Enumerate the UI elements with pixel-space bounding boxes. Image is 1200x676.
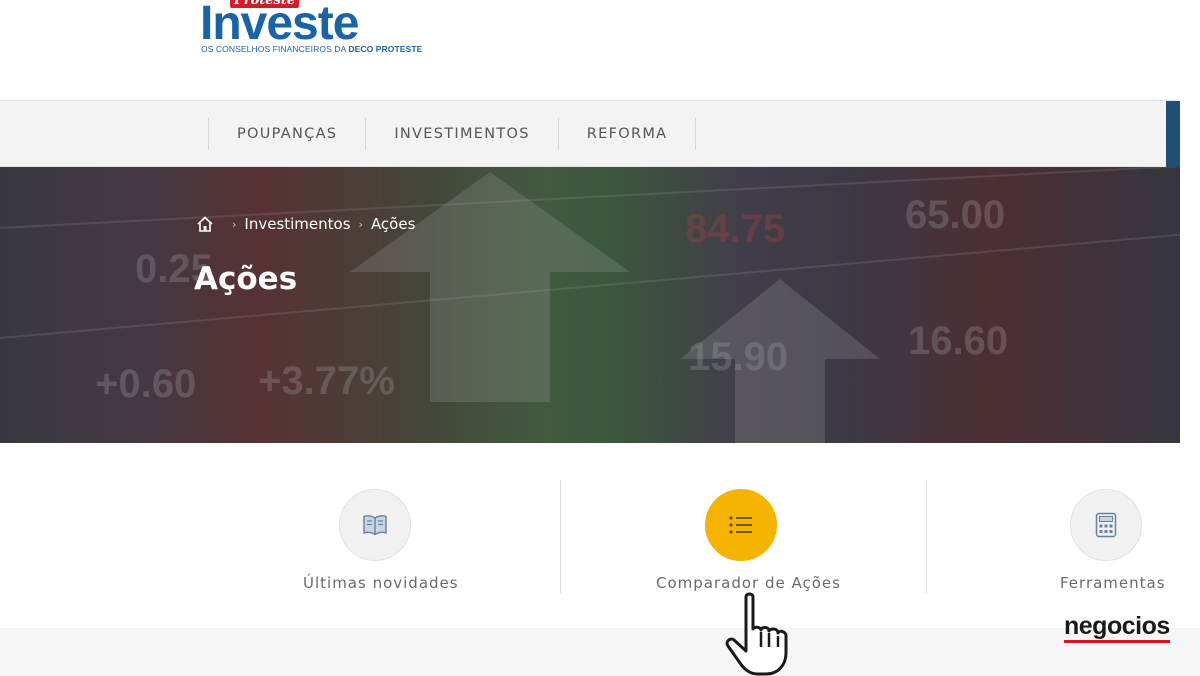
tile-ultimas-novidades[interactable]: Últimas novidades xyxy=(300,443,459,628)
tile-divider xyxy=(560,480,561,593)
hand-cursor-icon xyxy=(725,592,788,676)
breadcrumb-separator: › xyxy=(232,217,237,231)
nav-item-investimentos[interactable]: INVESTIMENTOS xyxy=(365,118,557,150)
nav-accent-bar xyxy=(1166,101,1180,168)
site-logo[interactable]: Investe Proteste OS CONSELHOS FINANCEIRO… xyxy=(200,0,440,60)
main-nav: POUPANÇAS INVESTIMENTOS REFORMA xyxy=(0,100,1180,168)
nav-item-poupancas[interactable]: POUPANÇAS xyxy=(208,118,365,150)
tile-icon-circle[interactable] xyxy=(339,489,411,561)
tile-icon-circle[interactable] xyxy=(705,489,777,561)
hero-banner: +0.60 +3.77% 84.75 15.90 16.60 65.00 0.2… xyxy=(0,167,1180,443)
home-icon[interactable] xyxy=(196,215,214,233)
nav-items: POUPANÇAS INVESTIMENTOS REFORMA xyxy=(208,118,697,150)
logo-tagline-prefix: OS CONSELHOS FINANCEIROS DA xyxy=(201,44,349,54)
breadcrumb-item-acoes: Ações xyxy=(370,215,416,233)
watermark-text: negocios xyxy=(1064,612,1170,643)
page-title: Ações xyxy=(194,261,298,297)
feature-tiles: Últimas novidades Comparador de Ações Fe… xyxy=(0,443,1200,628)
logo-tagline: OS CONSELHOS FINANCEIROS DA DECO PROTEST… xyxy=(201,44,422,54)
list-icon xyxy=(729,516,752,534)
tile-ferramentas[interactable]: Ferramentas xyxy=(1056,443,1166,628)
breadcrumb: › Investimentos › Ações xyxy=(196,215,415,233)
tile-label: Comparador de Ações xyxy=(656,574,841,592)
content-band xyxy=(0,628,1200,676)
book-icon xyxy=(363,515,387,536)
hero-overlay xyxy=(0,167,1180,443)
logo-main-word: Investe xyxy=(200,0,359,50)
tile-divider xyxy=(926,480,927,593)
negocios-watermark: negocios xyxy=(1064,612,1170,643)
nav-item-reforma[interactable]: REFORMA xyxy=(557,118,697,150)
logo-tagline-bold: DECO PROTESTE xyxy=(348,44,423,54)
page: Investe Proteste OS CONSELHOS FINANCEIRO… xyxy=(0,0,1200,676)
tile-label: Ferramentas xyxy=(1060,574,1166,592)
tile-icon-circle[interactable] xyxy=(1070,489,1142,561)
calculator-icon xyxy=(1095,512,1117,538)
breadcrumb-item-investimentos[interactable]: Investimentos xyxy=(244,215,350,233)
logo-top-word: Proteste xyxy=(230,0,300,8)
tile-label: Últimas novidades xyxy=(303,574,459,592)
breadcrumb-separator: › xyxy=(358,217,363,231)
